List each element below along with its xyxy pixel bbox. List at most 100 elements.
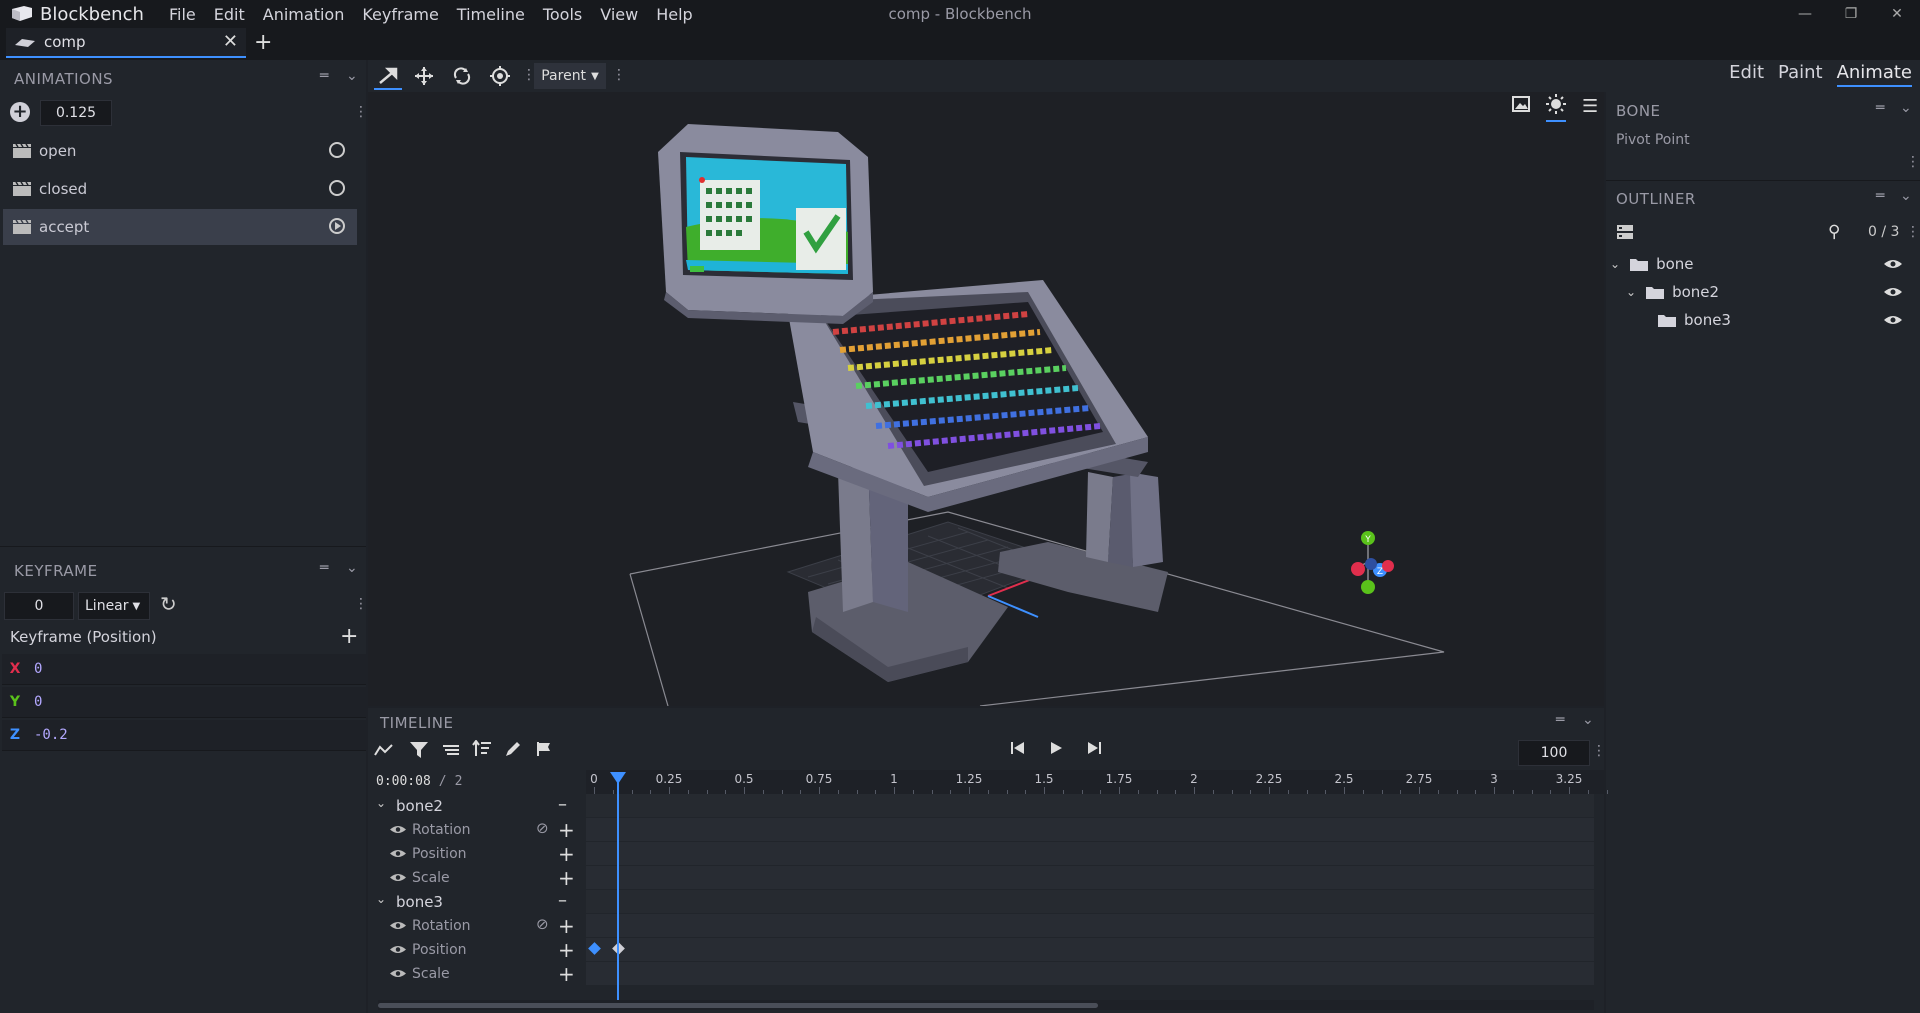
scrollbar-thumb[interactable]	[378, 1003, 1098, 1008]
eye-icon[interactable]	[390, 824, 406, 835]
axis-z-value[interactable]: -0.2	[34, 727, 68, 743]
move-tool-icon[interactable]	[410, 64, 438, 88]
timeline-ruler[interactable]: 0 0.25 0.5 0.75 1 1.25 1.5 1.75 2 2.25 2.5 2.75 3 3.2…	[586, 770, 1608, 794]
chevron-down-icon[interactable]: ⌄	[376, 892, 386, 906]
animation-item-accept[interactable]: accept	[3, 209, 357, 245]
restore-icon[interactable]: ❐	[1828, 0, 1874, 28]
channel-track[interactable]	[586, 818, 1594, 841]
panel-menu-icon[interactable]: ═	[1556, 712, 1564, 728]
menu-view[interactable]: View	[591, 5, 647, 24]
snap-input[interactable]: 0.125	[40, 100, 112, 126]
close-tab-icon[interactable]: ✕	[223, 31, 238, 52]
play-icon[interactable]	[1048, 740, 1064, 760]
close-window-icon[interactable]: ✕	[1874, 0, 1920, 28]
filter-icon[interactable]	[410, 742, 428, 762]
eye-icon[interactable]	[390, 944, 406, 955]
chevron-down-icon[interactable]: ⌄	[376, 796, 386, 810]
reset-icon[interactable]: ↻	[160, 592, 177, 616]
channel-row[interactable]: Position +	[368, 842, 1604, 866]
axis-row-x[interactable]: X 0	[2, 654, 366, 685]
more-options-icon[interactable]: ⋮	[1906, 154, 1920, 170]
3d-viewport[interactable]: Y Z ☰	[368, 92, 1604, 706]
remove-icon[interactable]: –	[558, 794, 567, 815]
panel-menu-icon[interactable]: ═	[1876, 188, 1884, 204]
axis-y-value[interactable]: 0	[34, 694, 42, 710]
bone-track[interactable]	[586, 794, 1594, 817]
lighting-sun-icon[interactable]	[1546, 94, 1566, 122]
no-rotation-icon[interactable]: ⊘	[536, 819, 549, 837]
channel-track[interactable]	[586, 842, 1594, 865]
eye-icon[interactable]	[390, 920, 406, 931]
keyframe-diamond[interactable]	[588, 942, 601, 955]
eye-icon[interactable]	[390, 872, 406, 883]
eye-icon[interactable]	[390, 968, 406, 979]
pose-tool-icon[interactable]	[374, 64, 402, 90]
outliner-item-bone3[interactable]: bone3	[1606, 306, 1920, 334]
mode-edit[interactable]: Edit	[1729, 62, 1764, 87]
menu-timeline[interactable]: Timeline	[448, 5, 534, 24]
toolbar-more-icon[interactable]: ⋮	[612, 67, 626, 83]
eye-icon[interactable]	[390, 848, 406, 859]
add-animation-icon[interactable]: +	[10, 102, 30, 122]
menu-help[interactable]: Help	[647, 5, 701, 24]
add-keyframe-icon[interactable]: +	[558, 842, 575, 866]
animation-item-open[interactable]: open	[3, 133, 357, 169]
menu-tools[interactable]: Tools	[534, 5, 591, 24]
more-options-icon[interactable]: ⋮	[1906, 224, 1920, 240]
add-tab-icon[interactable]: +	[254, 30, 272, 55]
axis-row-y[interactable]: Y 0	[2, 687, 366, 718]
eye-icon[interactable]	[1884, 258, 1902, 270]
interpolation-select[interactable]: Linear ▼	[78, 592, 150, 620]
menu-animation[interactable]: Animation	[254, 5, 354, 24]
panel-menu-icon[interactable]: ═	[320, 68, 328, 84]
graph-editor-icon[interactable]	[374, 742, 394, 762]
channel-track[interactable]	[586, 938, 1594, 961]
minimize-icon[interactable]: —	[1782, 0, 1828, 28]
rotate-tool-icon[interactable]	[448, 64, 476, 88]
bone-group-bone3[interactable]: ⌄ bone3 –	[368, 890, 1604, 914]
collapse-icon[interactable]: ⌄	[1582, 712, 1594, 728]
menu-file[interactable]: File	[160, 5, 205, 24]
play-circle-icon[interactable]	[329, 218, 345, 234]
add-keyframe-icon[interactable]: +	[558, 914, 575, 938]
bone-group-bone2[interactable]: ⌄ bone2 –	[368, 794, 1604, 818]
panel-menu-icon[interactable]: ═	[320, 560, 328, 576]
eye-icon[interactable]	[1884, 286, 1902, 298]
collapse-icon[interactable]: ⌄	[1900, 188, 1912, 204]
flag-icon[interactable]	[536, 741, 552, 761]
channel-row[interactable]: Scale +	[368, 962, 1604, 986]
more-options-icon[interactable]: ⋮	[354, 596, 368, 612]
loop-circle-icon[interactable]	[329, 180, 345, 196]
playback-speed-input[interactable]: 100	[1518, 740, 1590, 766]
pencil-icon[interactable]	[504, 740, 522, 762]
collapse-icon[interactable]: ⌄	[1900, 100, 1912, 116]
channel-row[interactable]: Rotation ⊘ +	[368, 818, 1604, 842]
eye-icon[interactable]	[1884, 314, 1902, 326]
loop-circle-icon[interactable]	[329, 142, 345, 158]
playhead-handle[interactable]	[610, 772, 626, 784]
axis-x-value[interactable]: 0	[34, 661, 42, 677]
background-image-icon[interactable]	[1512, 96, 1530, 116]
no-rotation-icon[interactable]: ⊘	[536, 915, 549, 933]
channel-list-icon[interactable]	[442, 742, 460, 762]
axis-row-z[interactable]: Z -0.2	[2, 720, 366, 751]
panel-menu-icon[interactable]: ═	[1876, 100, 1884, 116]
channel-row[interactable]: Rotation ⊘ +	[368, 914, 1604, 938]
animation-item-closed[interactable]: closed	[3, 171, 357, 207]
chevron-down-icon[interactable]: ⌄	[1610, 257, 1620, 271]
channel-row[interactable]: Scale +	[368, 866, 1604, 890]
add-keyframe-icon[interactable]: +	[558, 866, 575, 890]
pivot-mode-select[interactable]: Parent ▼	[534, 63, 606, 89]
channel-track[interactable]	[586, 962, 1594, 985]
outliner-item-bone2[interactable]: ⌄ bone2	[1606, 278, 1920, 306]
keyframe-time-input[interactable]: 0	[4, 592, 74, 620]
search-icon[interactable]: ⚲	[1828, 222, 1840, 242]
tab-comp[interactable]: comp ✕	[6, 28, 246, 58]
menu-keyframe[interactable]: Keyframe	[353, 5, 447, 24]
sort-icon[interactable]	[472, 739, 492, 762]
viewport-menu-icon[interactable]: ☰	[1582, 96, 1598, 117]
collapse-icon[interactable]: ⌄	[346, 560, 358, 576]
model-render[interactable]: Y Z	[368, 92, 1604, 706]
remove-icon[interactable]: –	[558, 890, 567, 911]
channel-track[interactable]	[586, 914, 1594, 937]
